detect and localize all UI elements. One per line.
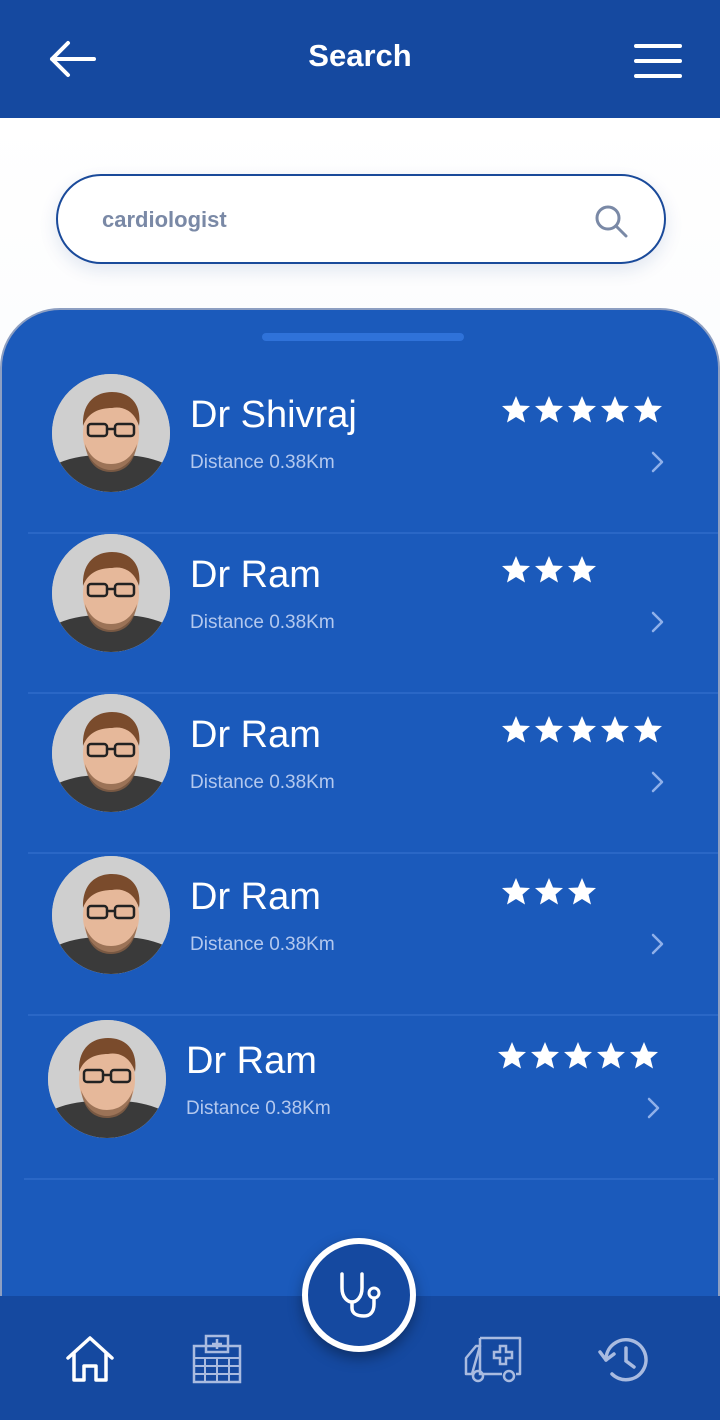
star-icon [568, 716, 596, 743]
star-icon [531, 1042, 559, 1069]
doctor-row[interactable]: Dr Ram Distance 0.38Km [28, 694, 718, 854]
chevron-right-icon[interactable] [648, 769, 668, 795]
star-icon [498, 1042, 526, 1069]
chevron-right-icon[interactable] [648, 609, 668, 635]
star-icon [535, 556, 563, 583]
app-header: Search [0, 0, 720, 118]
doctor-distance: Distance 0.38Km [190, 612, 335, 633]
rating-stars [500, 554, 599, 590]
page-title: Search [308, 38, 412, 73]
star-icon [502, 556, 530, 583]
star-icon [502, 396, 530, 423]
star-icon [535, 878, 563, 905]
star-icon [535, 396, 563, 423]
search-input[interactable] [102, 200, 562, 240]
star-icon [630, 1042, 658, 1069]
stethoscope-icon [340, 1272, 381, 1318]
doctor-distance: Distance 0.38Km [190, 452, 335, 473]
star-icon [568, 878, 596, 905]
doctor-row[interactable]: Dr Ram Distance 0.38Km [24, 1020, 714, 1180]
star-icon [601, 396, 629, 423]
star-icon [502, 716, 530, 743]
rating-stars [500, 876, 599, 912]
stethoscope-button[interactable] [302, 1238, 416, 1352]
search-icon[interactable] [594, 204, 628, 238]
doctor-avatar [52, 856, 170, 974]
doctor-distance: Distance 0.38Km [190, 772, 335, 793]
doctor-avatar [52, 374, 170, 492]
doctor-avatar [52, 534, 170, 652]
doctor-row[interactable]: Dr Shivraj Distance 0.38Km [28, 374, 718, 534]
chevron-right-icon[interactable] [648, 449, 668, 475]
history-icon[interactable] [598, 1334, 654, 1386]
doctor-name: Dr Ram [186, 1040, 317, 1082]
star-icon [597, 1042, 625, 1069]
doctor-name: Dr Ram [190, 714, 321, 756]
hospital-icon[interactable] [190, 1334, 246, 1386]
star-icon [568, 396, 596, 423]
hamburger-menu-icon[interactable] [632, 42, 684, 80]
star-icon [535, 716, 563, 743]
star-icon [634, 396, 662, 423]
home-icon[interactable] [62, 1334, 118, 1386]
doctor-row[interactable]: Dr Ram Distance 0.38Km [28, 856, 718, 1016]
star-icon [564, 1042, 592, 1069]
chevron-right-icon[interactable] [648, 931, 668, 957]
star-icon [601, 716, 629, 743]
doctor-distance: Distance 0.38Km [190, 934, 335, 955]
doctor-avatar [48, 1020, 166, 1138]
chevron-right-icon[interactable] [644, 1095, 664, 1121]
star-icon [634, 716, 662, 743]
doctor-row[interactable]: Dr Ram Distance 0.38Km [28, 534, 718, 694]
star-icon [568, 556, 596, 583]
doctor-avatar [52, 694, 170, 812]
rating-stars [500, 714, 665, 750]
rating-stars [500, 394, 665, 430]
doctor-distance: Distance 0.38Km [186, 1098, 331, 1119]
doctor-name: Dr Ram [190, 554, 321, 596]
star-icon [502, 878, 530, 905]
ambulance-icon[interactable] [462, 1334, 526, 1386]
doctor-name: Dr Shivraj [190, 394, 357, 436]
drag-handle[interactable] [262, 333, 464, 341]
doctor-name: Dr Ram [190, 876, 321, 918]
rating-stars [496, 1040, 661, 1076]
search-bar[interactable] [56, 174, 666, 264]
